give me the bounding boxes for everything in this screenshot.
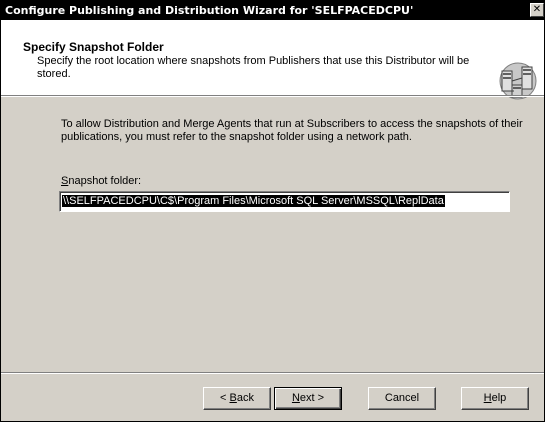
page-title: Specify Snapshot Folder	[23, 40, 164, 54]
wizard-header: Specify Snapshot Folder Specify the root…	[1, 20, 544, 100]
back-button-label: ack	[236, 392, 254, 404]
page-description: Specify the root location where snapshot…	[37, 55, 470, 80]
window-title: Configure Publishing and Distribution Wi…	[5, 4, 414, 17]
footer-divider	[1, 372, 544, 374]
back-button[interactable]: < Back	[203, 387, 271, 410]
snapshot-folder-value: \\SELFPACEDCPU\C$\Program Files\Microsof…	[62, 195, 445, 207]
snapshot-label-text: napshot folder:	[68, 175, 142, 187]
header-divider	[1, 95, 544, 97]
help-button-accelerator: H	[483, 392, 492, 404]
next-button-label: ext >	[299, 392, 325, 404]
next-button-accelerator: N	[291, 392, 300, 404]
intro-text: To allow Distribution and Merge Agents t…	[61, 118, 523, 143]
next-button[interactable]: Next >	[274, 387, 342, 410]
wizard-window: Configure Publishing and Distribution Wi…	[0, 0, 545, 422]
help-button-label: elp	[491, 392, 507, 404]
back-button-prefix: <	[220, 392, 230, 404]
snapshot-folder-input[interactable]: \\SELFPACEDCPU\C$\Program Files\Microsof…	[59, 191, 510, 212]
cancel-button[interactable]: Cancel	[368, 387, 436, 410]
help-button[interactable]: Help	[461, 387, 529, 410]
cancel-button-label: Cancel	[384, 392, 420, 404]
back-button-accelerator: B	[229, 392, 237, 404]
title-bar[interactable]: Configure Publishing and Distribution Wi…	[1, 1, 544, 20]
snapshot-folder-label: Snapshot folder:	[61, 175, 141, 187]
close-button[interactable]: ✕	[530, 3, 544, 17]
close-icon: ✕	[532, 4, 542, 15]
